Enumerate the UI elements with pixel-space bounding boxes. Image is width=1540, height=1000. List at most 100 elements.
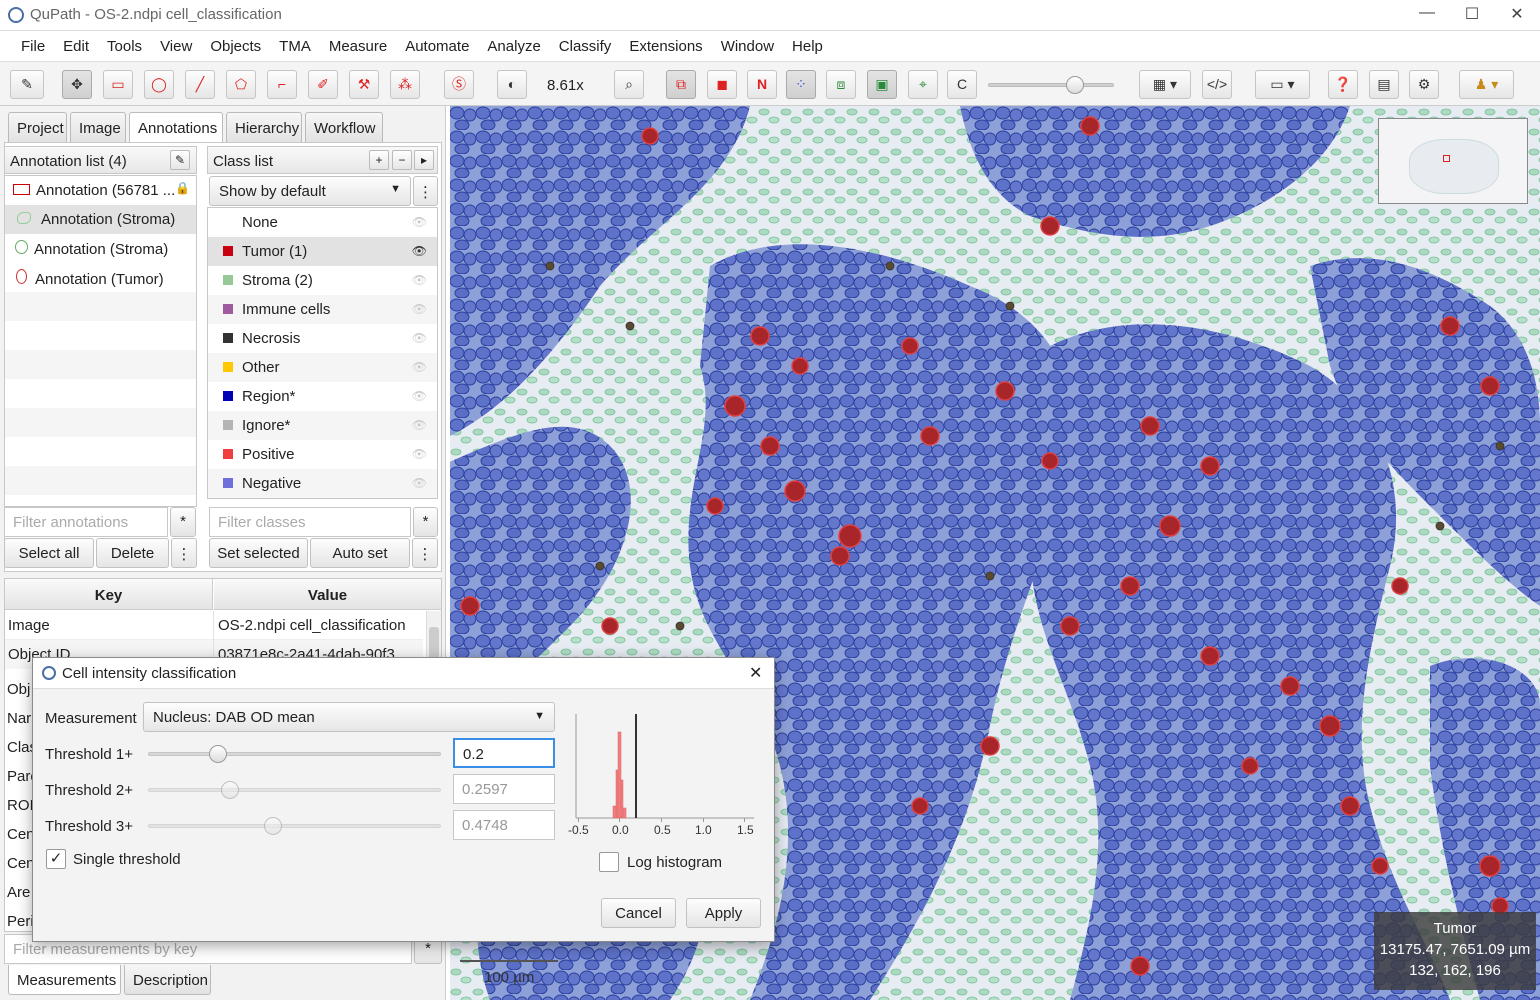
menu-help[interactable]: Help — [783, 31, 832, 61]
visibility-eye-icon[interactable]: 👁 — [412, 302, 427, 316]
class-item-other[interactable]: Other 👁 — [208, 353, 437, 382]
visibility-eye-icon[interactable]: 👁 — [412, 360, 427, 374]
class-item-region[interactable]: Region* 👁 — [208, 382, 437, 411]
tab-hierarchy[interactable]: Hierarchy — [226, 112, 302, 142]
tab-measurements[interactable]: Measurements — [8, 965, 121, 995]
move-tool-icon[interactable]: ✥ — [62, 70, 92, 99]
opacity-slider-knob[interactable] — [1066, 76, 1084, 94]
single-threshold-checkbox[interactable]: ✓ — [46, 849, 66, 869]
log-icon[interactable]: ▤ — [1369, 70, 1399, 99]
menu-classify[interactable]: Classify — [550, 31, 621, 61]
brush-tool-icon[interactable]: ✐ — [308, 70, 338, 99]
filter-annotations-input[interactable]: Filter annotations — [4, 507, 168, 537]
show-names-button[interactable]: N — [747, 70, 777, 99]
show-detections-icon[interactable]: ⧈ — [826, 70, 856, 99]
class-item-stroma[interactable]: Stroma (2) 👁 — [208, 266, 437, 295]
class-menu-icon[interactable]: ▸ — [414, 150, 434, 170]
menu-measure[interactable]: Measure — [320, 31, 396, 61]
maximize-button[interactable]: ☐ — [1457, 4, 1487, 26]
visibility-eye-icon[interactable]: 👁 — [412, 389, 427, 403]
help-icon[interactable]: ❓ — [1328, 70, 1358, 99]
measurement-table-icon[interactable]: ▦ ▾ — [1139, 70, 1191, 99]
add-class-icon[interactable]: + — [369, 150, 389, 170]
zoom-to-fit-icon[interactable]: ⌕ — [614, 70, 644, 99]
show-annotations-icon[interactable]: ⧉ — [666, 70, 696, 99]
menu-tma[interactable]: TMA — [270, 31, 320, 61]
menu-view[interactable]: View — [151, 31, 201, 61]
annotation-item[interactable]: Annotation (56781 ... 🔒 — [5, 176, 196, 205]
tab-annotations[interactable]: Annotations — [129, 112, 223, 143]
extensions-icon[interactable]: ♟ ▾ — [1459, 70, 1514, 99]
tab-description[interactable]: Description — [124, 965, 211, 995]
annotation-item[interactable]: Annotation (Stroma) — [5, 234, 196, 263]
filter-classes-input[interactable]: Filter classes — [209, 507, 411, 537]
class-options-button[interactable]: ⋮ — [413, 176, 438, 206]
tab-project[interactable]: Project — [8, 112, 67, 142]
menu-tools[interactable]: Tools — [98, 31, 151, 61]
menu-file[interactable]: File — [12, 31, 54, 61]
key-column-header[interactable]: Key — [5, 579, 213, 610]
threshold-2-input[interactable]: 0.2597 — [453, 774, 555, 804]
menu-extensions[interactable]: Extensions — [620, 31, 711, 61]
class-item-tumor[interactable]: Tumor (1) 👁 — [208, 237, 437, 266]
visibility-eye-icon[interactable]: 👁 — [412, 476, 427, 490]
threshold-3-slider[interactable] — [148, 824, 441, 828]
rectangle-tool-icon[interactable]: ▭ — [103, 70, 133, 99]
class-item-negative[interactable]: Negative 👁 — [208, 469, 437, 498]
close-button[interactable]: ✕ — [1502, 4, 1532, 26]
fill-annotations-icon[interactable]: ◼ — [707, 70, 737, 99]
class-item-ignore[interactable]: Ignore* 👁 — [208, 411, 437, 440]
dialog-close-button[interactable]: ✕ — [749, 663, 762, 683]
pixel-classification-button[interactable]: C — [947, 70, 977, 99]
brightness-contrast-icon[interactable]: ◐ — [497, 70, 527, 99]
show-by-default-select[interactable]: Show by default ▼ — [209, 176, 411, 206]
menu-analyze[interactable]: Analyze — [478, 31, 549, 61]
menu-window[interactable]: Window — [712, 31, 783, 61]
class-filter-regex-button[interactable]: * — [413, 507, 438, 537]
wand-tool-icon[interactable]: ⚒ — [349, 70, 379, 99]
ellipse-tool-icon[interactable]: ◯ — [144, 70, 174, 99]
delete-button[interactable]: Delete — [96, 538, 169, 568]
polygon-tool-icon[interactable]: ⬠ — [226, 70, 256, 99]
threshold-3-input[interactable]: 0.4748 — [453, 810, 555, 840]
visibility-eye-icon[interactable]: 👁 — [412, 215, 427, 229]
annotation-more-button[interactable]: ⋮ — [171, 538, 197, 568]
value-column-header[interactable]: Value — [214, 579, 441, 610]
overview-thumbnail[interactable] — [1378, 118, 1528, 204]
tab-image[interactable]: Image — [70, 112, 126, 142]
analysis-pane-toggle-icon[interactable]: ✎ — [10, 70, 44, 99]
visibility-eye-icon[interactable]: 👁 — [412, 447, 427, 461]
table-row[interactable]: Image OS-2.ndpi cell_classification — [5, 611, 423, 640]
edit-pencil-icon[interactable]: ✎ — [170, 150, 190, 170]
tab-workflow[interactable]: Workflow — [305, 112, 383, 142]
annotation-item[interactable]: Annotation (Tumor) — [5, 263, 196, 292]
remove-class-icon[interactable]: − — [392, 150, 412, 170]
polyline-tool-icon[interactable]: ⌐ — [267, 70, 297, 99]
menu-objects[interactable]: Objects — [201, 31, 270, 61]
select-all-button[interactable]: Select all — [4, 538, 94, 568]
apply-button[interactable]: Apply — [686, 898, 761, 928]
threshold-1-slider[interactable] — [148, 752, 441, 756]
threshold-2-knob[interactable] — [221, 781, 239, 799]
opacity-slider[interactable] — [988, 83, 1114, 87]
visibility-eye-icon[interactable]: 👁 — [412, 331, 427, 345]
fill-detections-icon[interactable]: ▣ — [867, 70, 897, 99]
threshold-2-slider[interactable] — [148, 788, 441, 792]
visibility-eye-icon[interactable]: 👁 — [412, 418, 427, 432]
class-more-button[interactable]: ⋮ — [412, 538, 438, 568]
class-item-positive[interactable]: Positive 👁 — [208, 440, 437, 469]
class-item-immune-cells[interactable]: Immune cells 👁 — [208, 295, 437, 324]
menu-automate[interactable]: Automate — [396, 31, 478, 61]
selection-mode-icon[interactable]: Ⓢ — [444, 70, 474, 99]
visibility-eye-icon[interactable]: 👁 — [412, 273, 427, 287]
measurement-select[interactable]: Nucleus: DAB OD mean ▼ — [143, 702, 555, 732]
viewer-display-icon[interactable]: ▭ ▾ — [1255, 70, 1310, 99]
log-histogram-checkbox[interactable] — [599, 852, 619, 872]
annotation-item[interactable]: Annotation (Stroma) — [5, 205, 196, 234]
class-item-necrosis[interactable]: Necrosis 👁 — [208, 324, 437, 353]
points-tool-icon[interactable]: ⁂ — [390, 70, 420, 99]
menu-edit[interactable]: Edit — [54, 31, 98, 61]
line-tool-icon[interactable]: ╱ — [185, 70, 215, 99]
minimize-button[interactable]: — — [1412, 4, 1442, 26]
class-item-none[interactable]: None 👁 — [208, 208, 437, 237]
